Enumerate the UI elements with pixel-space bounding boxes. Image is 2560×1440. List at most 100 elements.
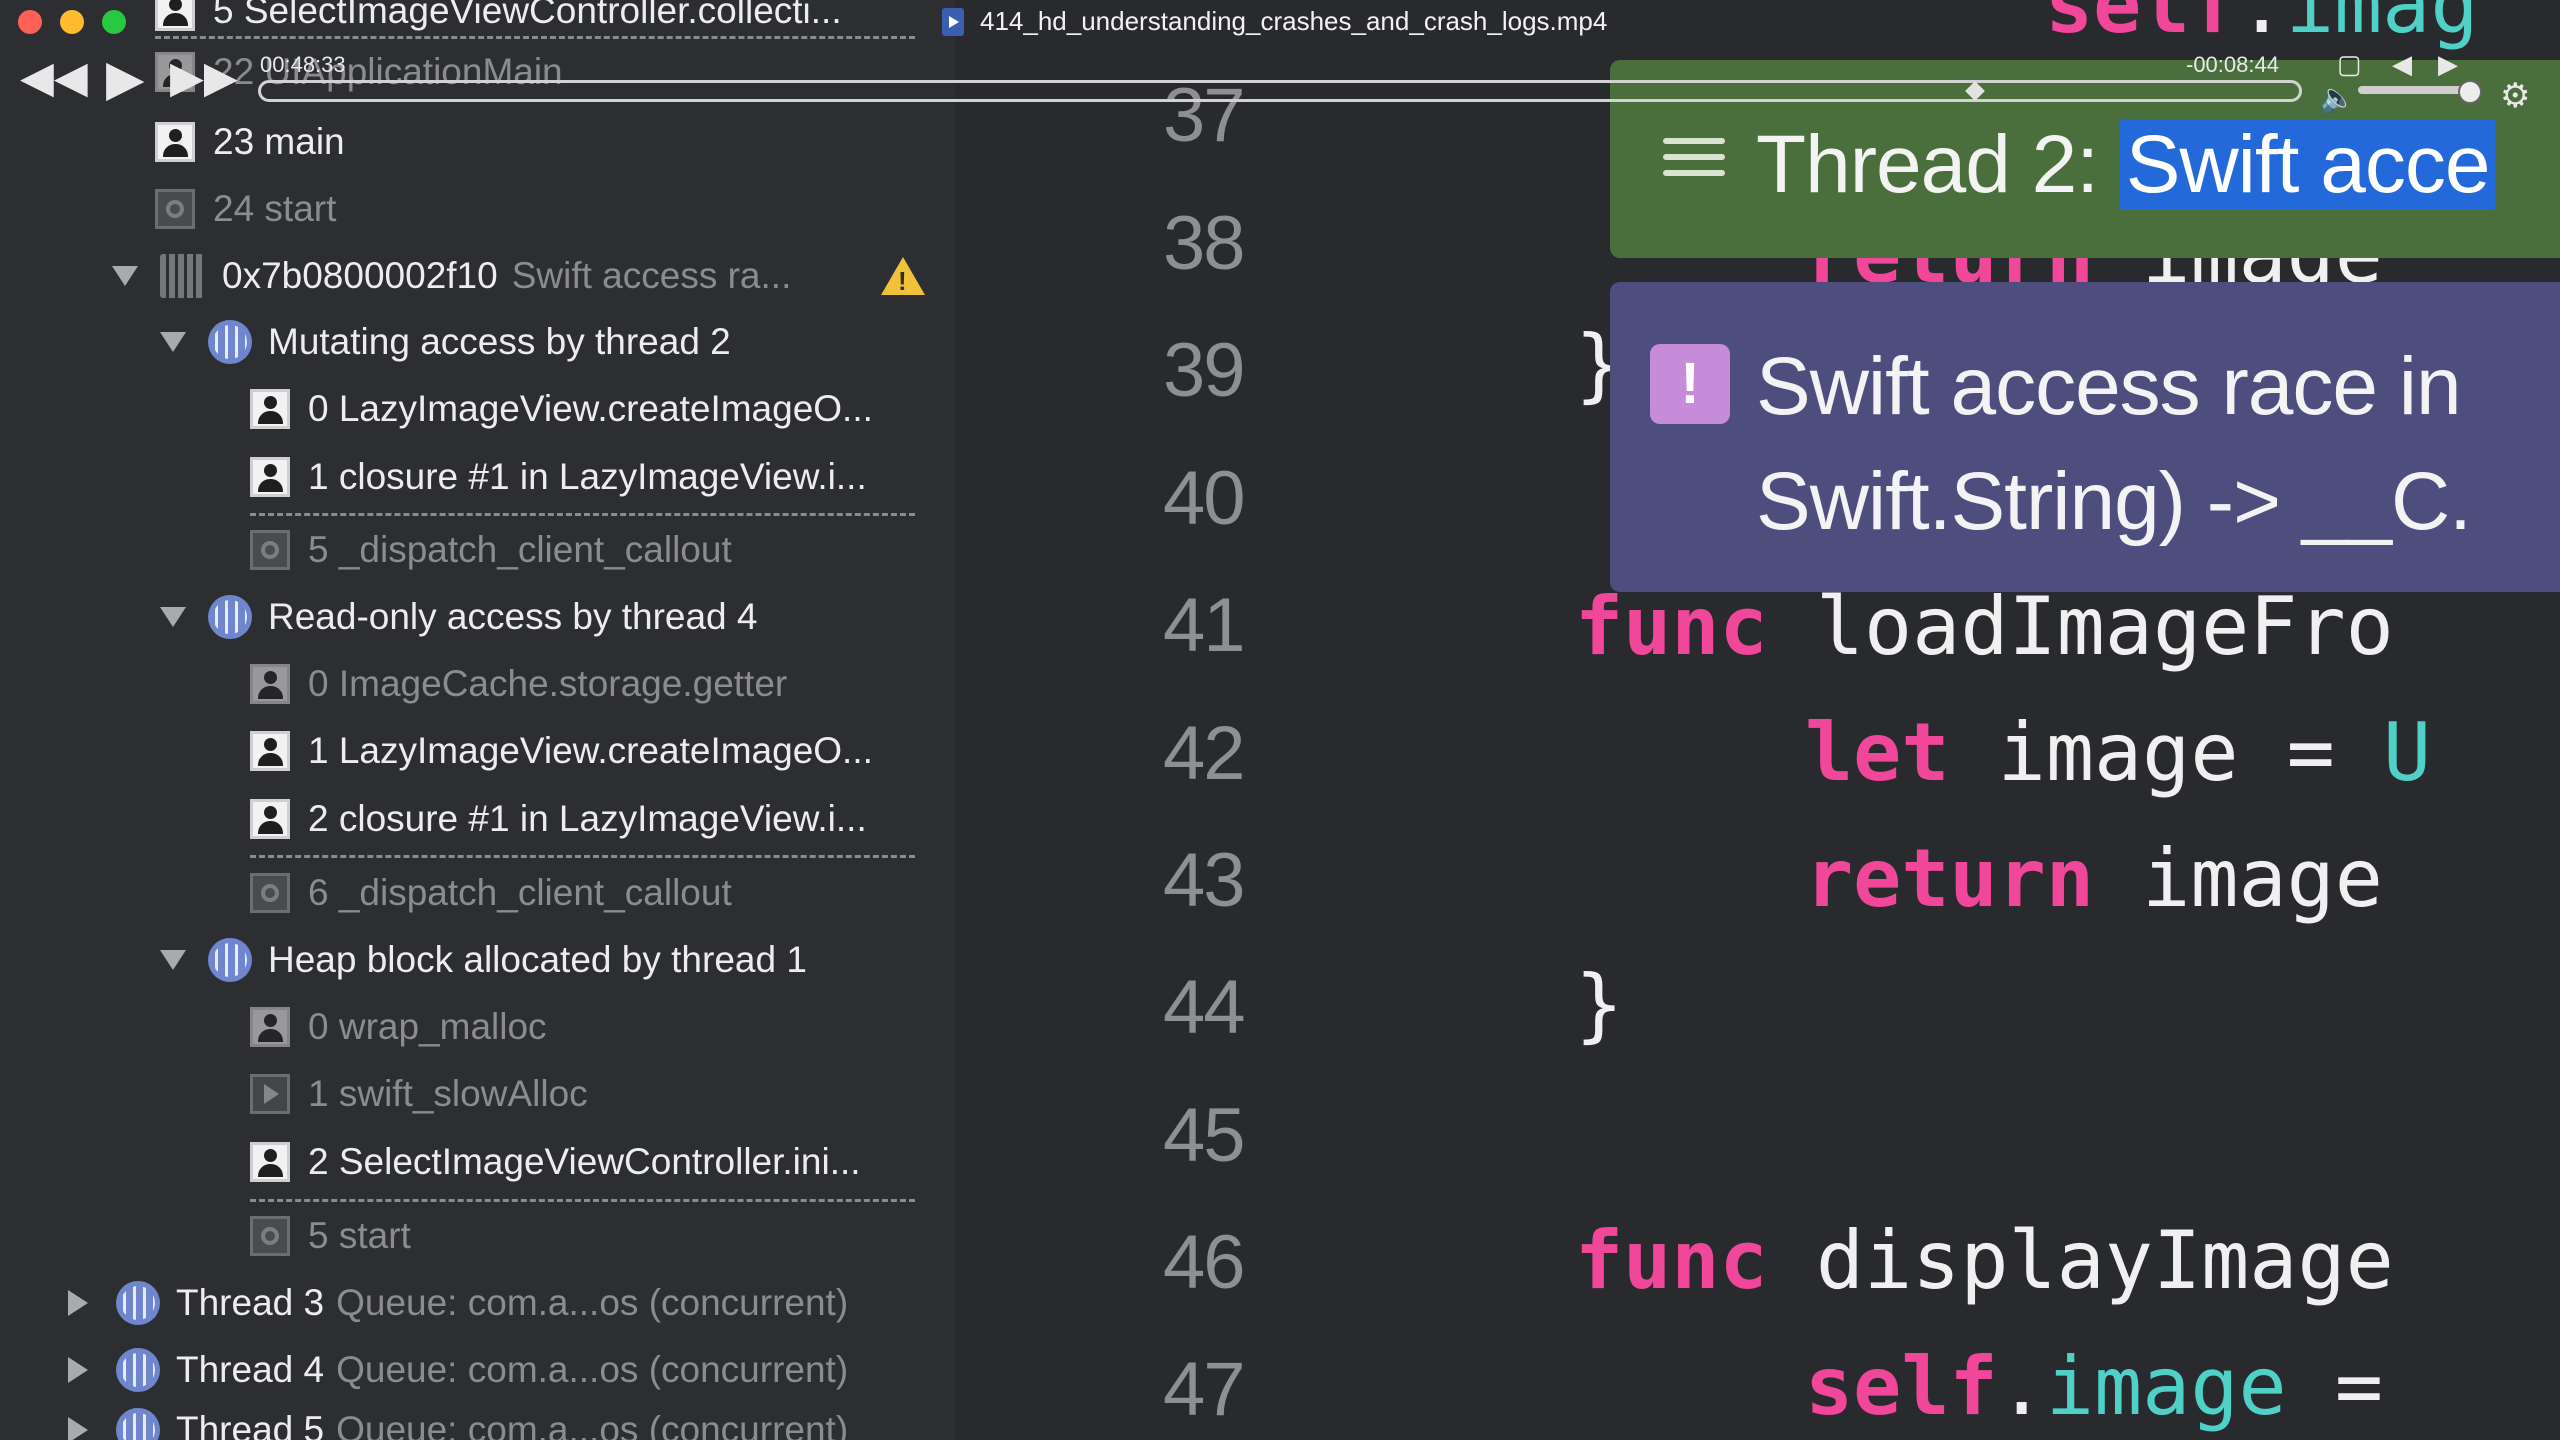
stack-frame-row[interactable]: 1 swift_slowAlloc (0, 1065, 955, 1123)
disclosure-triangle-icon[interactable] (112, 266, 138, 286)
frame-label: 24 start (213, 188, 337, 229)
frame-label: 1 LazyImageView.createImageO... (308, 730, 873, 771)
user-frame-icon (155, 122, 195, 162)
progress-scrubber[interactable] (258, 80, 2302, 102)
video-file-icon (942, 8, 964, 36)
code-token: = (2286, 1340, 2383, 1433)
user-frame-icon (250, 457, 290, 497)
stack-frame-row[interactable]: 2 SelectImageViewController.ini... (0, 1133, 955, 1191)
thread-queue: Queue: com.a...os (concurrent) (336, 1282, 849, 1323)
thread-row[interactable]: Thread 4 Queue: com.a...os (concurrent) (0, 1341, 955, 1399)
frame-separator (250, 513, 915, 516)
volume-handle[interactable] (2458, 80, 2482, 104)
access-group-row[interactable]: Read-only access by thread 4 (0, 588, 955, 646)
code-token: displayImage (1767, 1214, 2394, 1307)
code-token: let (1805, 706, 1950, 799)
line-number: 46 (1163, 1220, 1246, 1305)
stack-frame-row[interactable]: 24 start (0, 180, 955, 238)
stack-frame-row[interactable]: 0 LazyImageView.createImageO... (0, 380, 955, 438)
disclosure-triangle-icon[interactable] (68, 1357, 88, 1383)
frame-label: 2 closure #1 in LazyImageView.i... (308, 798, 867, 839)
access-group-row[interactable]: Mutating access by thread 2 (0, 313, 955, 371)
system-frame-icon (250, 873, 290, 913)
gear-icon[interactable]: ⚙ (2500, 74, 2530, 118)
line-number: 47 (1163, 1347, 1246, 1432)
user-frame-icon (250, 1007, 290, 1047)
frame-label: 5 _dispatch_client_callout (308, 529, 732, 570)
frame-label: 2 SelectImageViewController.ini... (308, 1141, 861, 1182)
stack-frame-row[interactable]: 5 _dispatch_client_callout (0, 521, 955, 579)
zoom-window-button[interactable] (102, 10, 126, 34)
access-label: Read-only access by thread 4 (268, 596, 758, 637)
memory-location-icon (160, 254, 204, 298)
line-number: 39 (1163, 328, 1246, 413)
stack-frame-row[interactable]: 0 wrap_malloc (0, 998, 955, 1056)
race-issue-row[interactable]: 0x7b0800002f10 Swift access ra... (0, 247, 955, 305)
stack-frame-row[interactable]: 5 start (0, 1207, 955, 1265)
debug-navigator: 5 SelectImageViewController.collecti... … (0, 0, 955, 1440)
issue-message-line: Swift access race in (1756, 341, 2462, 432)
frame-separator (250, 1199, 915, 1202)
line-number: 44 (1163, 965, 1246, 1050)
window-title-bar: 414_hd_understanding_crashes_and_crash_l… (0, 0, 2560, 44)
disclosure-triangle-icon[interactable] (160, 607, 186, 627)
code-token: image (2093, 832, 2383, 925)
prev-chapter-icon[interactable]: ◀ (2392, 42, 2412, 86)
video-frame: 5 SelectImageViewController.collecti... … (0, 0, 2560, 1440)
code-token: return (1805, 832, 2094, 925)
thread-stop-message: Thread 2: Swift acce (1756, 118, 2496, 212)
stack-frame-row[interactable]: 2 closure #1 in LazyImageView.i... (0, 790, 955, 848)
runtime-issue-icon: ! (1650, 344, 1730, 424)
frame-label: 0 LazyImageView.createImageO... (308, 388, 873, 429)
remaining-time: -00:08:44 (2186, 52, 2279, 77)
disclosure-triangle-icon[interactable] (68, 1290, 88, 1316)
stack-frame-row[interactable]: 6 _dispatch_client_callout (0, 864, 955, 922)
thread-icon (116, 1408, 160, 1440)
disclosure-triangle-icon[interactable] (160, 950, 186, 970)
access-group-row[interactable]: Heap block allocated by thread 1 (0, 931, 955, 989)
stack-frame-row[interactable]: 1 LazyImageView.createImageO... (0, 722, 955, 780)
code-token: image (2045, 1340, 2287, 1433)
volume-slider[interactable] (2358, 86, 2468, 94)
frame-label: 5 start (308, 1215, 411, 1256)
thread-row[interactable]: Thread 3 Queue: com.a...os (concurrent) (0, 1274, 955, 1332)
code-token: loadImageFro (1767, 580, 2394, 673)
frame-label: 1 swift_slowAlloc (308, 1073, 588, 1114)
play-icon[interactable]: ▶ (106, 53, 144, 103)
thread-name: Thread 5 (176, 1409, 325, 1440)
race-address: 0x7b0800002f10 (222, 255, 498, 296)
code-line: return image (1805, 832, 2383, 925)
frame-label: 0 ImageCache.storage.getter (308, 663, 788, 704)
fast-forward-icon[interactable]: ▶▶ (170, 56, 238, 100)
user-frame-icon (250, 799, 290, 839)
frame-label: 23 main (213, 121, 345, 162)
minimize-window-button[interactable] (60, 10, 84, 34)
hamburger-menu-icon[interactable] (1663, 138, 1725, 186)
user-frame-icon (250, 389, 290, 429)
access-label: Heap block allocated by thread 1 (268, 939, 807, 980)
library-frame-icon (250, 1074, 290, 1114)
window-title: 414_hd_understanding_crashes_and_crash_l… (980, 6, 1608, 36)
close-window-button[interactable] (18, 10, 42, 34)
line-number: 40 (1163, 456, 1246, 541)
volume-icon[interactable]: 🔈 (2320, 76, 2355, 120)
line-number: 42 (1163, 711, 1246, 796)
user-frame-icon (250, 1142, 290, 1182)
issue-message-line: Swift.String) -> __C. (1756, 456, 2472, 547)
stack-frame-row[interactable]: 0 ImageCache.storage.getter (0, 655, 955, 713)
system-frame-icon (250, 1216, 290, 1256)
thread-icon (208, 320, 252, 364)
stack-frame-row[interactable]: 1 closure #1 in LazyImageView.i... (0, 448, 955, 506)
race-detail: Swift access ra... (511, 255, 792, 296)
access-label: Mutating access by thread 2 (268, 321, 731, 362)
next-chapter-icon[interactable]: ▶ (2438, 42, 2458, 86)
elapsed-time: 00:48:33 (260, 52, 346, 77)
thread-row[interactable]: Thread 5 Queue: com.a...os (concurrent) (0, 1401, 955, 1440)
thread-name: Thread 4 (176, 1349, 325, 1390)
user-frame-icon (250, 731, 290, 771)
thread-queue: Queue: com.a...os (concurrent) (336, 1409, 849, 1440)
thread-name: Thread 3 (176, 1282, 325, 1323)
disclosure-triangle-icon[interactable] (160, 332, 186, 352)
disclosure-triangle-icon[interactable] (68, 1417, 88, 1440)
rewind-icon[interactable]: ◀◀ (20, 56, 88, 100)
